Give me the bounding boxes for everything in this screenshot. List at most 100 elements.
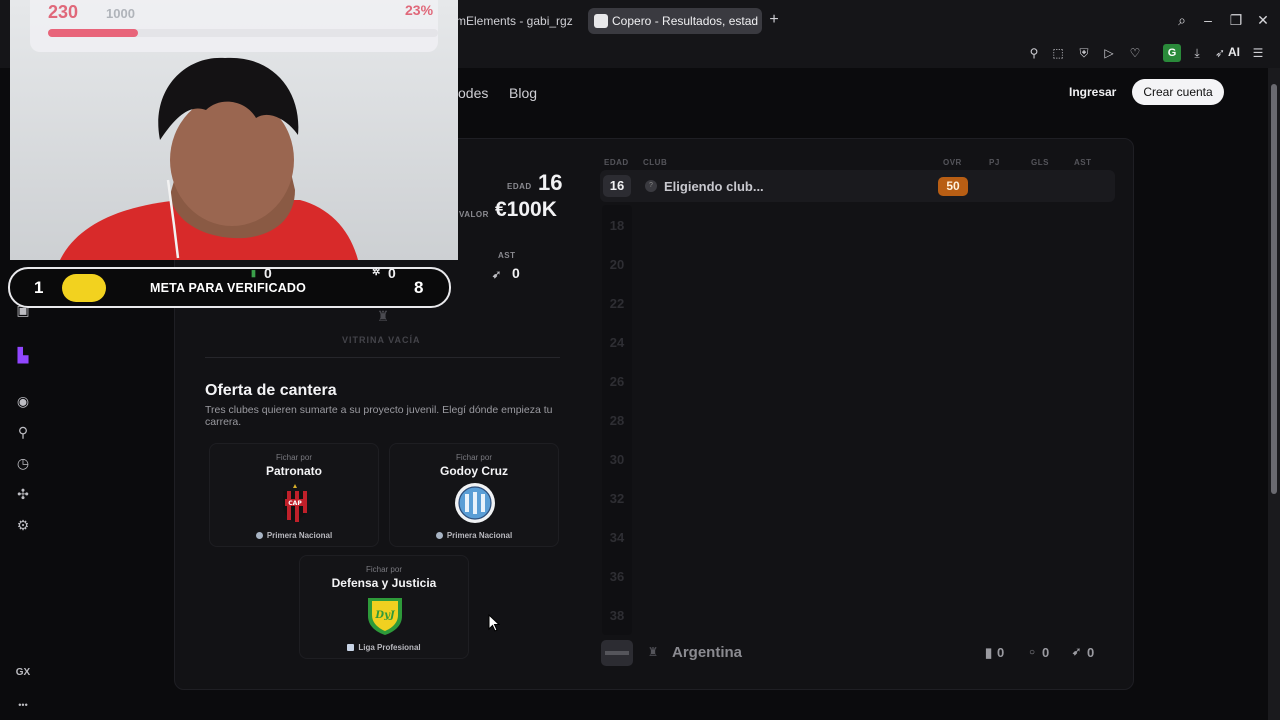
new-tab-button[interactable]: + bbox=[766, 10, 782, 30]
nav-modes-link[interactable]: odes bbox=[458, 85, 488, 101]
extension-g-icon[interactable]: G bbox=[1163, 44, 1181, 62]
goals-peek-icon: ✲ bbox=[372, 267, 381, 278]
future-age: 28 bbox=[609, 413, 625, 428]
play-icon[interactable]: ◉ bbox=[14, 392, 32, 410]
goal-progress-pill bbox=[62, 274, 106, 302]
future-age: 34 bbox=[609, 530, 625, 545]
matches-icon: ▮ bbox=[985, 645, 993, 660]
follower-percent: 23% bbox=[405, 2, 434, 18]
future-age: 22 bbox=[609, 296, 625, 311]
boot-icon: ➹ bbox=[492, 269, 502, 281]
future-age: 38 bbox=[609, 608, 625, 623]
club-offer-patronato[interactable]: Fichar por Patronato CAP Primera Naciona… bbox=[209, 443, 379, 547]
sign-for-label: Fichar por bbox=[365, 565, 402, 574]
mouse-cursor-icon bbox=[488, 614, 500, 632]
future-age: 30 bbox=[609, 452, 625, 467]
trophy-icon: ♜ bbox=[376, 308, 390, 324]
pin-icon[interactable]: ⚲ bbox=[14, 423, 32, 441]
divider bbox=[205, 357, 560, 358]
matches-icon: ▮ bbox=[251, 268, 256, 278]
follower-progress-bar bbox=[48, 29, 438, 37]
club-name: Defensa y Justicia bbox=[331, 576, 437, 590]
tab-streamelements[interactable]: mElements - gabi_rgz bbox=[446, 8, 580, 34]
more-icon[interactable]: ••• bbox=[14, 696, 32, 714]
gx-corner-button[interactable]: GX bbox=[14, 664, 32, 682]
goal-current: 1 bbox=[34, 278, 44, 297]
country-name: Argentina bbox=[672, 644, 743, 661]
showcase-label: VITRINA VACÍA bbox=[342, 335, 421, 345]
patronato-crest-icon: CAP bbox=[283, 484, 307, 522]
goals-icon: ○ bbox=[1029, 647, 1036, 658]
ovr-badge: 50 bbox=[938, 177, 968, 196]
login-link[interactable]: Ingresar bbox=[1069, 85, 1116, 99]
league-icon bbox=[347, 644, 355, 651]
menu-icon[interactable]: ☰ bbox=[1250, 45, 1266, 61]
download-icon[interactable]: ⤓ bbox=[1189, 45, 1205, 61]
snapshot-icon[interactable]: ⬚ bbox=[1050, 45, 1066, 61]
market-value: €100K bbox=[495, 198, 557, 221]
club-offer-godoy-cruz[interactable]: Fichar por Godoy Cruz Primera Nacional bbox=[389, 443, 559, 547]
matches-peek-value: 0 bbox=[264, 265, 272, 281]
league-label: Primera Nacional bbox=[390, 531, 558, 540]
copero-favicon-icon bbox=[594, 14, 608, 28]
col-header-gls: GLS bbox=[1031, 158, 1049, 167]
settings-icon[interactable]: ⚙ bbox=[14, 516, 32, 534]
club-offer-defensa-y-justicia[interactable]: Fichar por Defensa y Justicia DyJ Liga P… bbox=[299, 555, 469, 659]
heart-icon[interactable]: ♡ bbox=[1127, 45, 1143, 61]
shield-icon[interactable]: ⛨ bbox=[1076, 45, 1092, 61]
pin-icon[interactable]: ⚲ bbox=[1026, 45, 1042, 61]
assists-label: AST bbox=[498, 251, 516, 260]
club-name: Patronato bbox=[265, 464, 322, 478]
follower-count: 230 bbox=[48, 2, 79, 22]
tab-copero[interactable]: Copero - Resultados, estad bbox=[588, 8, 762, 34]
league-label: Primera Nacional bbox=[210, 531, 378, 540]
svg-text:CAP: CAP bbox=[288, 500, 302, 507]
sign-for-label: Fichar por bbox=[455, 453, 492, 462]
ai-button[interactable]: AI bbox=[1228, 45, 1240, 59]
country-icon: ♜ bbox=[647, 645, 659, 659]
col-header-pj: PJ bbox=[989, 158, 1000, 167]
league-label: Liga Profesional bbox=[300, 643, 468, 652]
webcam-overlay: 230 1000 23% bbox=[10, 0, 458, 260]
svg-text:DyJ: DyJ bbox=[374, 610, 395, 621]
total-goals: 0 bbox=[1042, 645, 1050, 660]
argentina-flag-icon bbox=[601, 640, 633, 666]
col-header-ovr: OVR bbox=[943, 158, 962, 167]
col-header-club: CLUB bbox=[643, 158, 668, 167]
total-matches: 0 bbox=[997, 645, 1005, 660]
offer-title: Oferta de cantera bbox=[205, 382, 337, 399]
follower-goal-panel bbox=[30, 0, 438, 52]
league-icon bbox=[255, 532, 263, 539]
minimize-icon[interactable]: – bbox=[1200, 12, 1216, 28]
assists-value: 0 bbox=[512, 265, 520, 281]
tab-copero-label: Copero - Resultados, estad bbox=[612, 14, 759, 28]
current-club-name: Eligiendo club... bbox=[664, 179, 764, 194]
total-assists: 0 bbox=[1087, 645, 1095, 660]
scrollbar-thumb[interactable] bbox=[1271, 84, 1277, 494]
current-age-chip: 16 bbox=[603, 175, 631, 197]
value-label: VALOR bbox=[459, 210, 489, 219]
future-age: 36 bbox=[609, 569, 625, 584]
goal-label: META PARA VERIFICADO bbox=[150, 281, 307, 295]
history-icon[interactable]: ◷ bbox=[14, 454, 32, 472]
rocket-icon[interactable]: ➶ bbox=[1212, 45, 1228, 61]
future-age: 24 bbox=[609, 335, 625, 350]
close-icon[interactable]: ✕ bbox=[1255, 12, 1271, 28]
goal-target: 8 bbox=[414, 278, 424, 297]
follower-target: 1000 bbox=[106, 6, 135, 21]
goals-peek-value: 0 bbox=[388, 265, 396, 281]
twitch-icon[interactable]: ▙ bbox=[14, 346, 32, 364]
signup-button[interactable]: Crear cuenta bbox=[1132, 79, 1224, 105]
nav-blog-link[interactable]: Blog bbox=[509, 85, 537, 101]
godoy-cruz-crest-icon bbox=[455, 483, 495, 523]
future-age: 18 bbox=[609, 218, 625, 233]
future-age: 26 bbox=[609, 374, 625, 389]
restore-icon[interactable]: ❐ bbox=[1228, 12, 1244, 28]
league-icon bbox=[435, 532, 443, 539]
send-icon[interactable]: ▷ bbox=[1101, 45, 1117, 61]
search-icon[interactable]: ⌕ bbox=[1174, 12, 1190, 28]
future-age: 20 bbox=[609, 257, 625, 272]
future-age: 32 bbox=[609, 491, 625, 506]
col-header-ast: AST bbox=[1074, 158, 1092, 167]
puzzle-icon[interactable]: ✣ bbox=[14, 485, 32, 503]
